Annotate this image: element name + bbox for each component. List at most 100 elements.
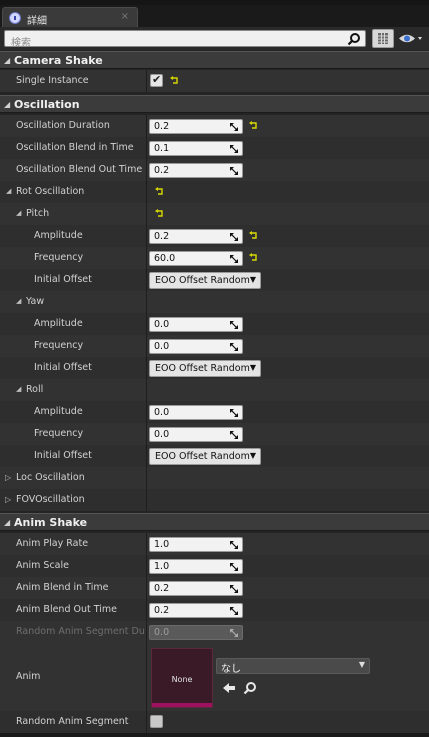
property-row-roll[interactable]: ◢ Roll xyxy=(0,379,429,401)
drag-resize-icon[interactable] xyxy=(229,232,239,242)
column-separator[interactable] xyxy=(146,181,147,203)
column-separator[interactable] xyxy=(146,599,147,621)
column-separator[interactable] xyxy=(146,577,147,599)
expand-arrow-icon[interactable]: ◢ xyxy=(16,209,21,217)
property-row-rot-oscillation[interactable]: ◢ Rot Oscillation xyxy=(0,181,429,203)
oscillation-blend-in-input[interactable]: 0.1 xyxy=(149,141,243,156)
category-anim-shake[interactable]: ◢ Anim Shake xyxy=(0,513,429,531)
expand-arrow-icon[interactable]: ◢ xyxy=(6,187,11,195)
drag-resize-icon[interactable] xyxy=(229,144,239,154)
property-row-fov-oscillation[interactable]: ▷ FOVOscillation xyxy=(0,489,429,511)
column-separator[interactable] xyxy=(146,711,147,733)
drag-resize-icon[interactable] xyxy=(229,540,239,550)
expand-arrow-icon[interactable]: ▷ xyxy=(5,473,11,482)
column-separator[interactable] xyxy=(146,225,147,247)
column-separator[interactable] xyxy=(146,489,147,511)
drag-resize-icon[interactable] xyxy=(229,430,239,440)
numeric-value: 0.2 xyxy=(154,605,170,616)
column-separator[interactable] xyxy=(146,159,147,181)
column-separator[interactable] xyxy=(146,423,147,445)
expand-arrow-icon[interactable]: ◢ xyxy=(16,297,21,305)
column-separator[interactable] xyxy=(146,269,147,291)
property-row-pitch[interactable]: ◢ Pitch xyxy=(0,203,429,225)
anim-blend-out-input[interactable]: 0.2 xyxy=(149,603,243,618)
column-separator[interactable] xyxy=(146,379,147,401)
reset-to-default-icon[interactable] xyxy=(249,120,259,130)
yaw-frequency-input[interactable]: 0.0 xyxy=(149,339,243,354)
drag-resize-icon[interactable] xyxy=(229,320,239,330)
column-separator[interactable] xyxy=(146,467,147,489)
collapse-arrow-icon[interactable]: ◢ xyxy=(4,56,10,65)
drag-resize-icon[interactable] xyxy=(229,254,239,264)
oscillation-blend-out-input[interactable]: 0.2 xyxy=(149,163,243,178)
property-label: Oscillation Blend Out Time xyxy=(16,164,143,175)
property-matrix-button[interactable] xyxy=(372,29,394,48)
reset-to-default-icon[interactable] xyxy=(170,75,180,85)
column-separator[interactable] xyxy=(146,641,147,711)
browse-search-icon[interactable] xyxy=(243,681,257,695)
yaw-amplitude-input[interactable]: 0.0 xyxy=(149,317,243,332)
property-row-yaw[interactable]: ◢ Yaw xyxy=(0,291,429,313)
drag-resize-icon[interactable] xyxy=(229,606,239,616)
collapse-arrow-icon[interactable]: ◢ xyxy=(4,518,10,527)
anim-asset-picker[interactable]: なし ▼ xyxy=(216,658,370,675)
random-anim-segment-checkbox[interactable] xyxy=(150,715,163,728)
property-row-loc-oscillation[interactable]: ▷ Loc Oscillation xyxy=(0,467,429,489)
column-separator[interactable] xyxy=(146,401,147,423)
close-icon[interactable]: × xyxy=(121,11,129,22)
column-separator[interactable] xyxy=(146,291,147,313)
dropdown-value: EOO Offset Random xyxy=(155,451,250,462)
search-icon[interactable] xyxy=(347,32,361,46)
property-row-oscillation-blend-in: Oscillation Blend in Time 0.1 xyxy=(0,137,429,159)
reset-to-default-icon[interactable] xyxy=(249,230,259,240)
column-separator[interactable] xyxy=(146,247,147,269)
column-separator[interactable] xyxy=(146,621,147,643)
property-label: Frequency xyxy=(34,252,84,263)
collapse-arrow-icon[interactable]: ◢ xyxy=(4,100,10,109)
drag-resize-icon[interactable] xyxy=(229,122,239,132)
anim-asset-thumbnail[interactable]: None xyxy=(151,648,213,708)
pitch-frequency-input[interactable]: 60.0 xyxy=(149,251,243,266)
drag-resize-icon[interactable] xyxy=(229,584,239,594)
oscillation-duration-input[interactable]: 0.2 xyxy=(149,119,243,134)
reset-to-default-icon[interactable] xyxy=(155,186,165,196)
single-instance-checkbox[interactable]: ✔ xyxy=(150,73,163,87)
expand-arrow-icon[interactable]: ◢ xyxy=(16,385,21,393)
column-separator[interactable] xyxy=(146,533,147,555)
pitch-initial-offset-dropdown[interactable]: EOO Offset Random ▼ xyxy=(149,272,261,289)
anim-play-rate-input[interactable]: 1.0 xyxy=(149,537,243,552)
roll-initial-offset-dropdown[interactable]: EOO Offset Random ▼ xyxy=(149,448,261,465)
category-camera-shake[interactable]: ◢ Camera Shake xyxy=(0,51,429,69)
column-separator[interactable] xyxy=(146,203,147,225)
expand-arrow-icon[interactable]: ▷ xyxy=(5,495,11,504)
yaw-initial-offset-dropdown[interactable]: EOO Offset Random ▼ xyxy=(149,360,261,377)
roll-frequency-input[interactable]: 0.0 xyxy=(149,427,243,442)
drag-resize-icon[interactable] xyxy=(229,408,239,418)
property-row-anim-blend-in: Anim Blend in Time 0.2 xyxy=(0,577,429,599)
use-selected-asset-icon[interactable] xyxy=(222,681,236,695)
search-input[interactable]: 検索 xyxy=(4,30,366,49)
column-separator[interactable] xyxy=(146,115,147,137)
anim-blend-in-input[interactable]: 0.2 xyxy=(149,581,243,596)
column-separator[interactable] xyxy=(146,137,147,159)
column-separator[interactable] xyxy=(146,335,147,357)
column-separator[interactable] xyxy=(146,445,147,467)
pitch-amplitude-input[interactable]: 0.2 xyxy=(149,229,243,244)
drag-resize-icon[interactable] xyxy=(229,562,239,572)
property-row-pitch-frequency: Frequency 60.0 xyxy=(0,247,429,269)
reset-to-default-icon[interactable] xyxy=(155,208,165,218)
category-oscillation[interactable]: ◢ Oscillation xyxy=(0,95,429,113)
anim-scale-input[interactable]: 1.0 xyxy=(149,559,243,574)
view-options-button[interactable] xyxy=(397,30,427,47)
drag-resize-icon[interactable] xyxy=(229,166,239,176)
drag-resize-icon[interactable] xyxy=(229,342,239,352)
column-separator[interactable] xyxy=(146,555,147,577)
tab-details[interactable]: 詳細 × xyxy=(2,7,138,27)
column-separator[interactable] xyxy=(146,313,147,335)
reset-to-default-icon[interactable] xyxy=(249,252,259,262)
roll-amplitude-input[interactable]: 0.0 xyxy=(149,405,243,420)
column-separator[interactable] xyxy=(146,357,147,379)
property-row-single-instance: Single Instance ✔ xyxy=(0,70,429,92)
property-label: Loc Oscillation xyxy=(16,472,85,483)
column-separator[interactable] xyxy=(146,70,147,92)
